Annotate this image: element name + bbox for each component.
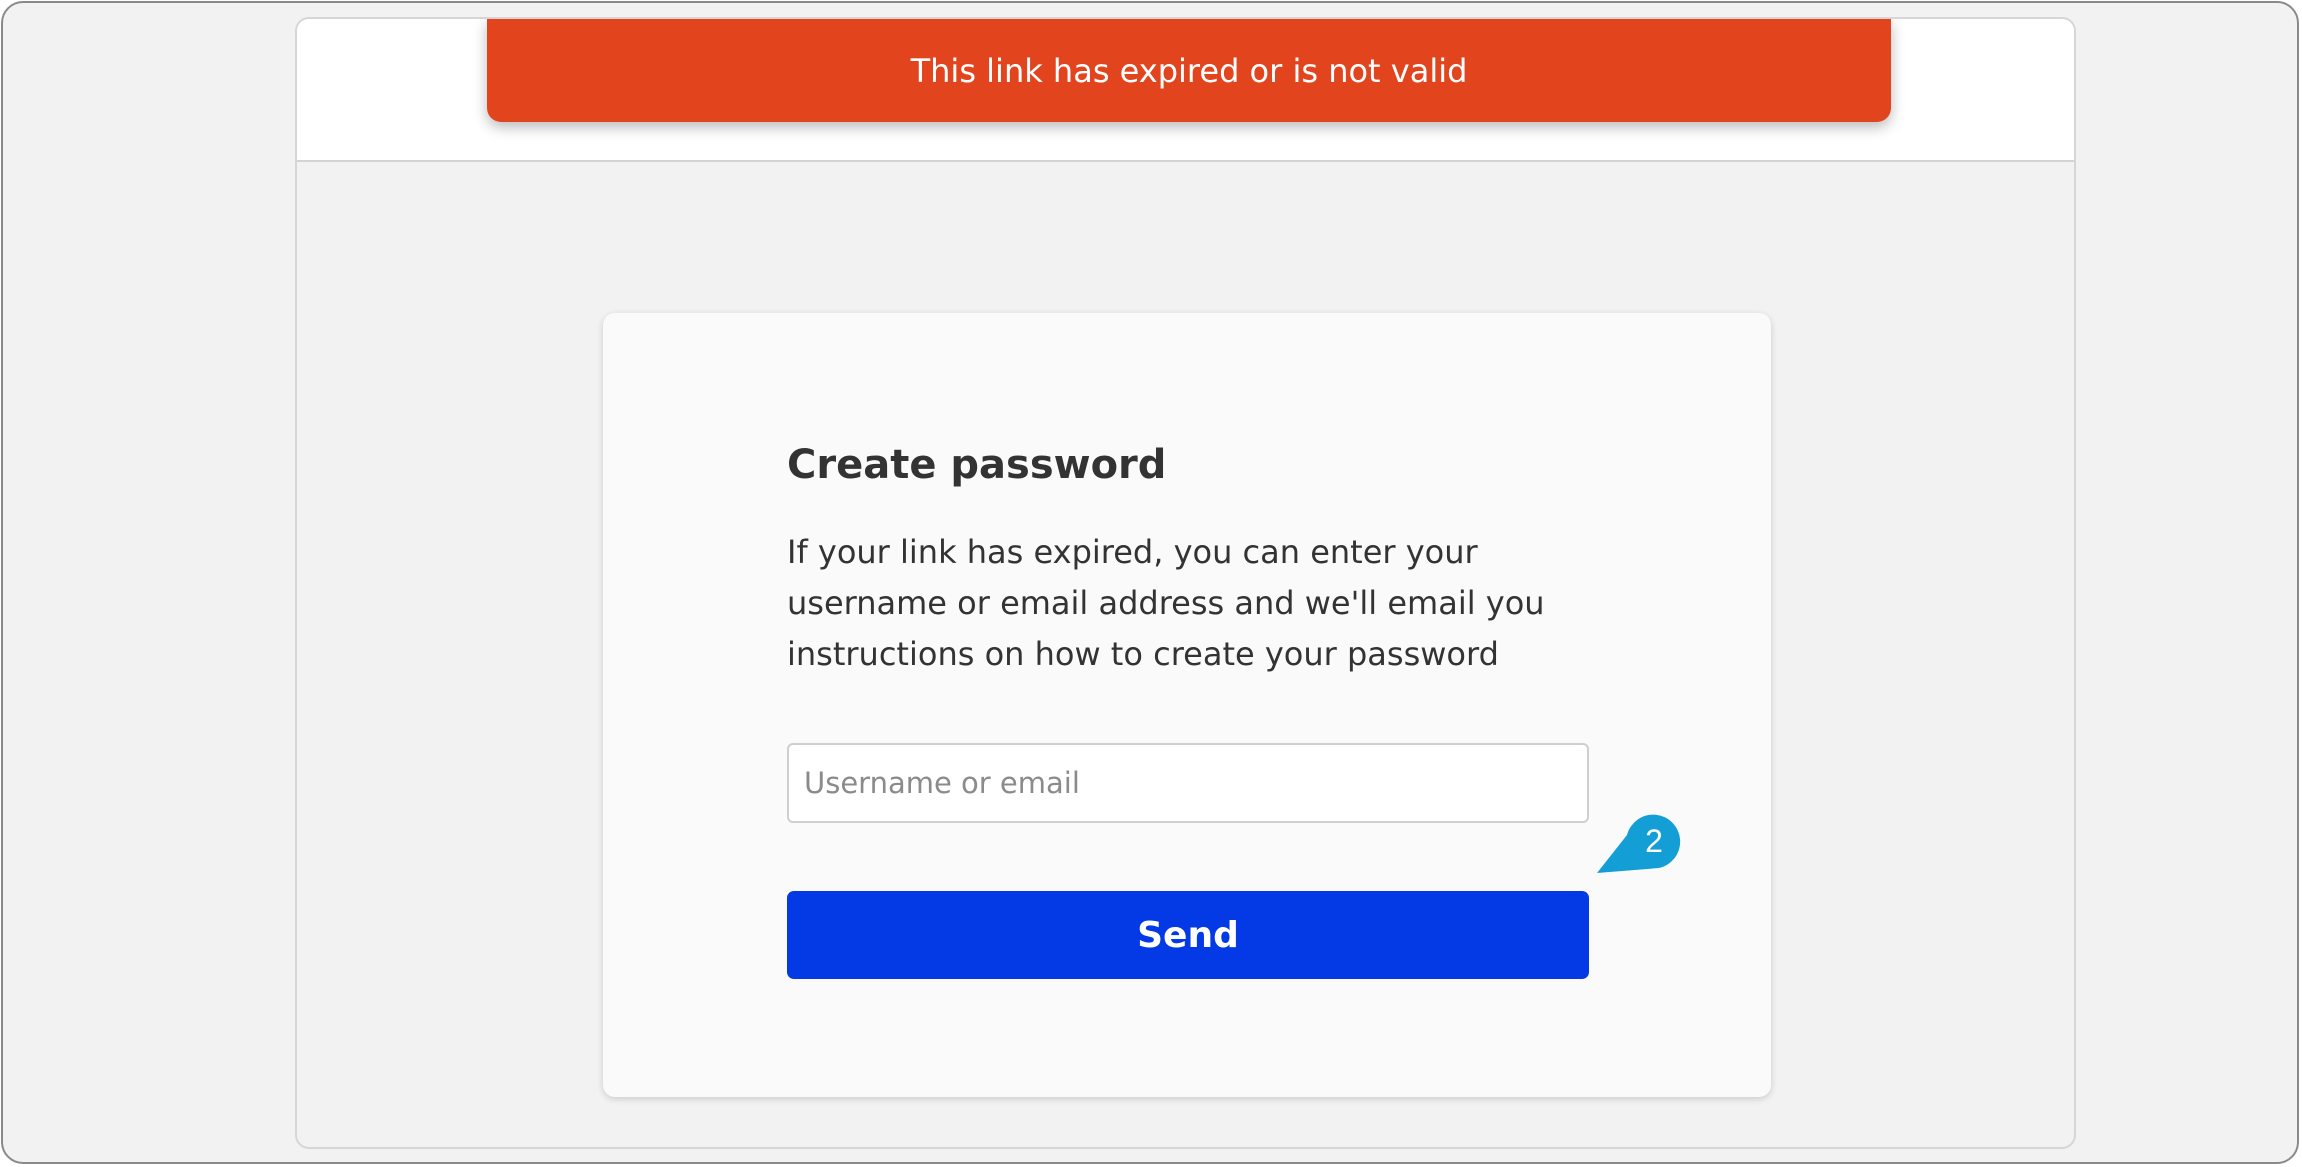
create-password-card: Create password If your link has expired…: [603, 313, 1771, 1097]
error-alert-message: This link has expired or is not valid: [910, 51, 1468, 90]
card-description: If your link has expired, you can enter …: [787, 533, 1545, 673]
screenshot-frame: This link has expired or is not valid Cr…: [1, 1, 2299, 1164]
step-marker-number: 2: [1645, 822, 1663, 859]
browser-viewport: This link has expired or is not valid Cr…: [295, 17, 2076, 1149]
step-marker: 2: [1597, 811, 1681, 877]
send-button[interactable]: Send: [787, 891, 1589, 979]
error-alert-banner: This link has expired or is not valid: [487, 19, 1891, 122]
page-header: This link has expired or is not valid: [297, 19, 2074, 162]
card-title: Create password: [787, 442, 1167, 488]
username-or-email-input[interactable]: [787, 743, 1589, 823]
